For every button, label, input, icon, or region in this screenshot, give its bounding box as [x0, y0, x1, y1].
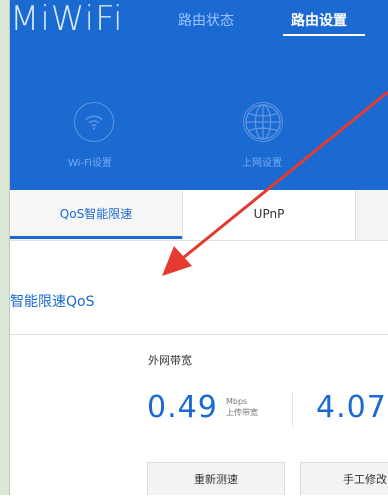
wifi-icon — [85, 115, 103, 130]
upload-unit-caption: 上传带宽 — [226, 408, 258, 417]
nav-router-settings[interactable]: 路由设置 — [291, 10, 347, 30]
tab-upnp[interactable]: UPnP — [183, 190, 356, 240]
bandwidth-divider — [292, 391, 293, 427]
nav-router-status[interactable]: 路由状态 — [178, 10, 234, 30]
nav-active-underline — [283, 34, 365, 36]
upload-unit-mbps: Mbps — [226, 397, 248, 406]
retest-speed-button[interactable]: 重新测速 — [147, 462, 285, 495]
internet-settings-button[interactable] — [243, 102, 283, 142]
header-bar: MiWiFi 路由状态 路由设置 Wi-Fi设置 上网设置 — [10, 0, 388, 190]
bandwidth-label: 外网带宽 — [148, 354, 192, 367]
left-window-strip — [0, 0, 10, 495]
tab-bar: QoS智能限速 UPnP — [10, 190, 388, 241]
miwifi-logo: MiWiFi — [10, 0, 124, 39]
download-bandwidth-value: 4.07 — [316, 390, 387, 425]
wifi-settings-button[interactable] — [74, 102, 114, 142]
upload-bandwidth-unit: Mbps 上传带宽 — [226, 396, 258, 418]
globe-icon — [245, 104, 281, 140]
tab-qos-active-indicator — [10, 236, 182, 239]
section-title: 智能限速QoS — [10, 294, 95, 310]
upload-bandwidth-value: 0.49 — [147, 390, 218, 425]
internet-settings-label[interactable]: 上网设置 — [242, 154, 282, 169]
tab-qos[interactable]: QoS智能限速 — [10, 190, 183, 240]
section-divider — [10, 334, 388, 335]
wifi-settings-label[interactable]: Wi-Fi设置 — [68, 154, 112, 169]
manual-edit-button[interactable]: 手工修改 — [300, 462, 388, 495]
